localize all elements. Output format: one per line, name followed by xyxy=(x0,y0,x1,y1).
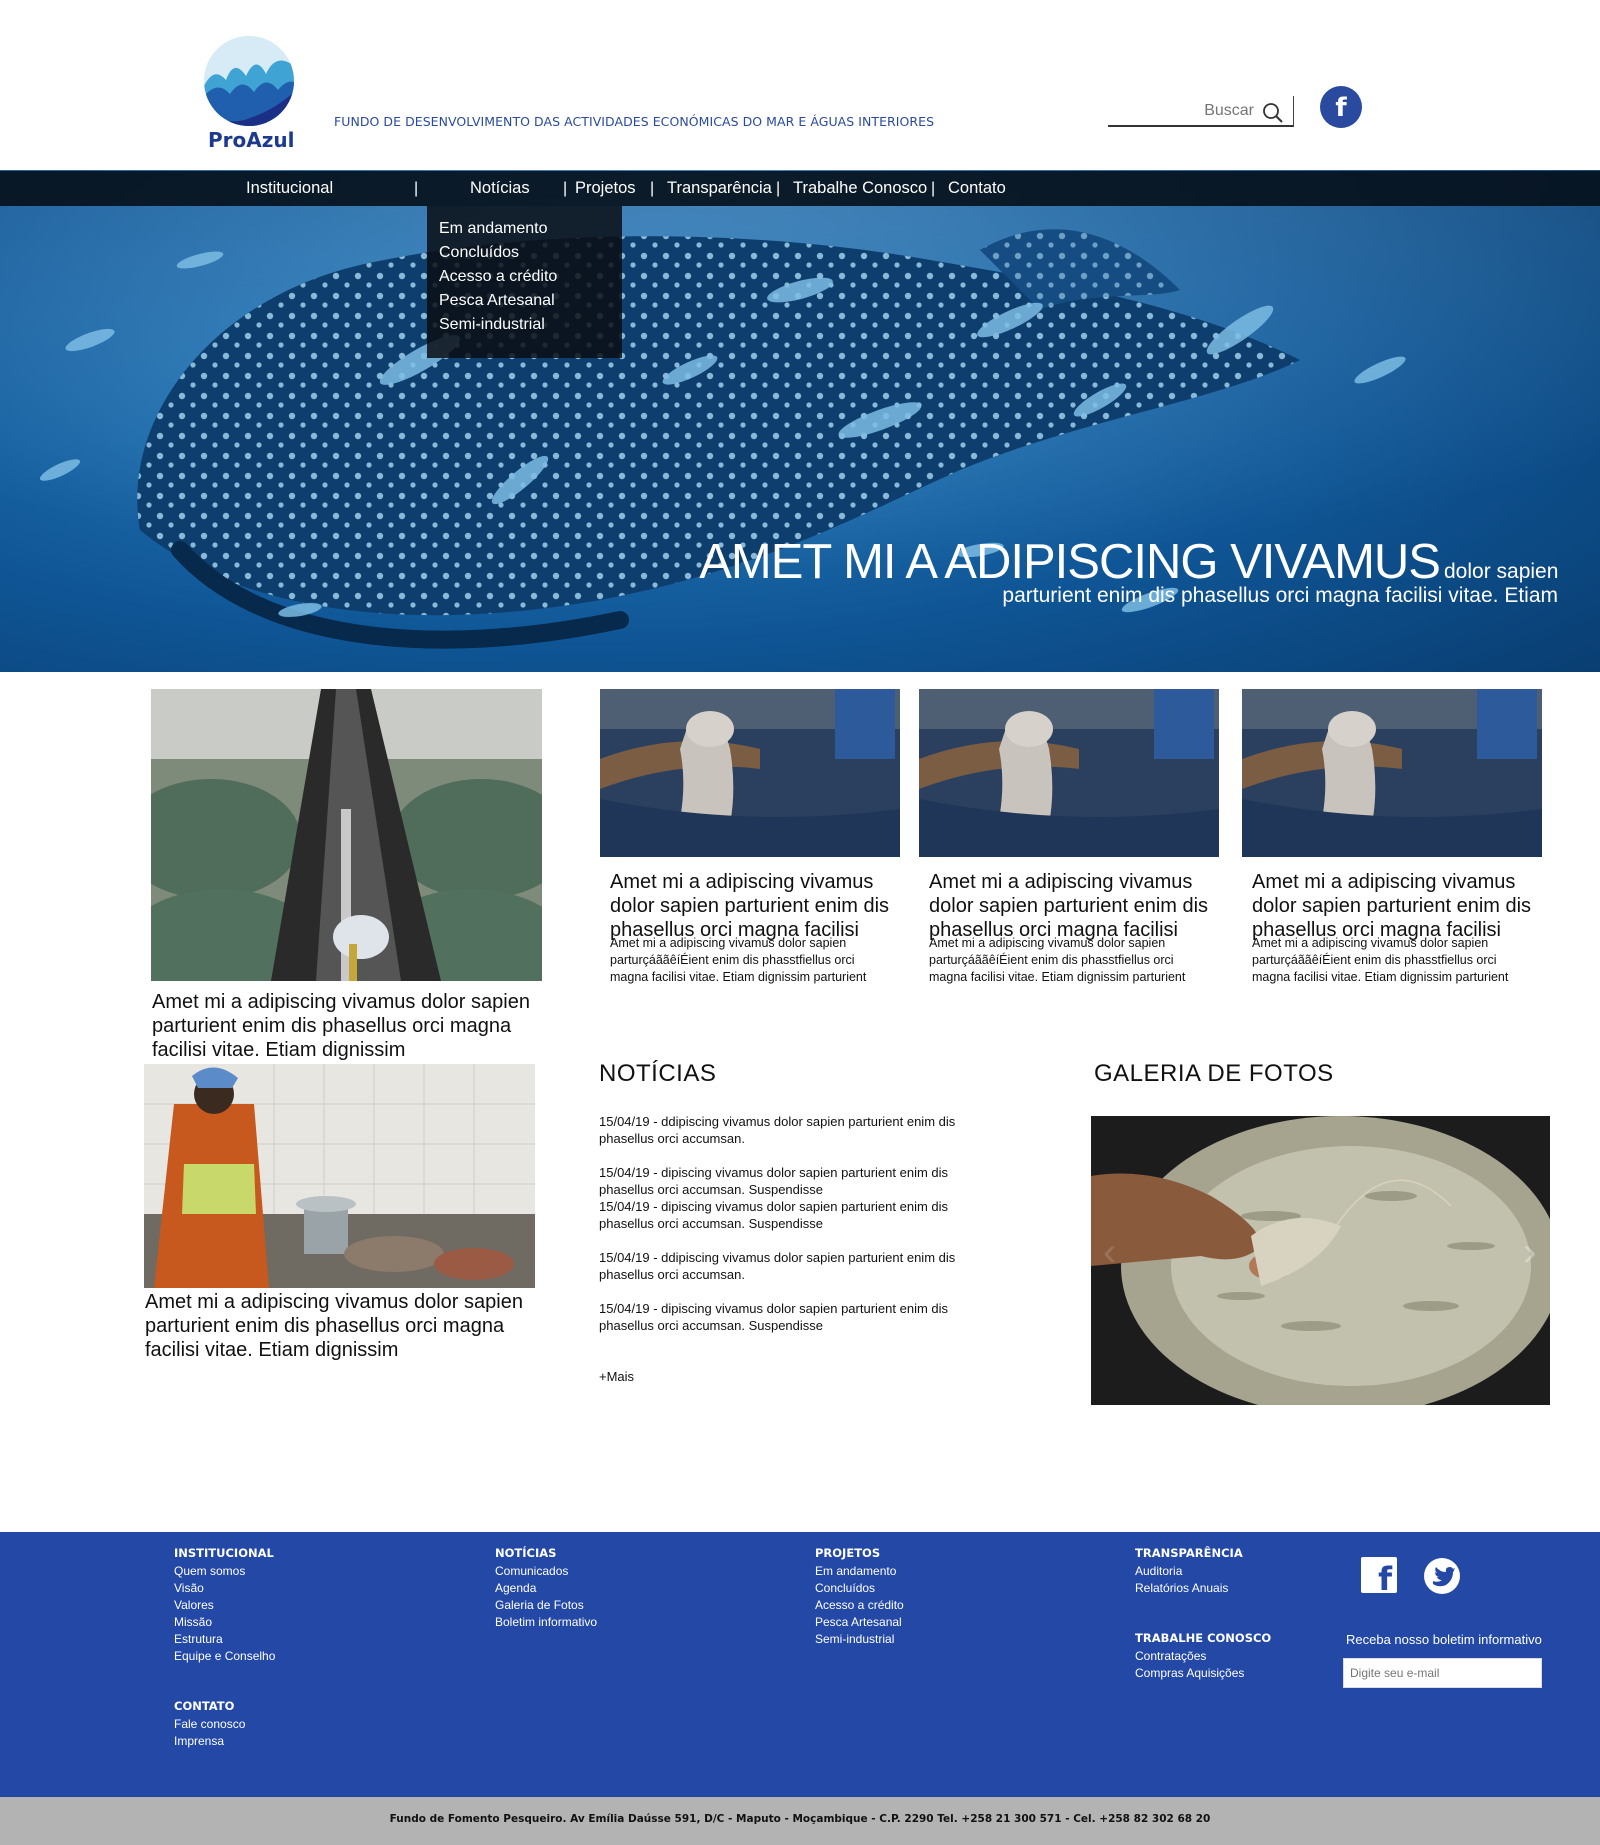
footer-link[interactable]: Relatórios Anuais xyxy=(1135,1581,1228,1595)
nav-noticias[interactable]: Notícias xyxy=(470,171,530,206)
nav-transparencia[interactable]: Transparência xyxy=(667,171,772,206)
news-item[interactable]: 15/04/19 - dipiscing vivamus dolor sapie… xyxy=(599,1198,989,1232)
nav-trabalhe-conosco[interactable]: Trabalhe Conosco xyxy=(793,171,927,206)
footer-link[interactable]: Missão xyxy=(174,1615,212,1629)
footer-heading-trabalhe-conosco: TRABALHE CONOSCO xyxy=(1135,1631,1272,1645)
footer-link[interactable]: Imprensa xyxy=(174,1734,224,1748)
card-title[interactable]: Amet mi a adipiscing vivamus dolor sapie… xyxy=(610,870,900,942)
footer-link[interactable]: Equipe e Conselho xyxy=(174,1649,275,1663)
gallery-heading: GALERIA DE FOTOS xyxy=(1094,1060,1334,1087)
footer-link[interactable]: Galeria de Fotos xyxy=(495,1598,584,1612)
hero-title-small: dolor sapien xyxy=(1444,560,1559,583)
proazul-logo[interactable]: ProAzul xyxy=(204,36,298,154)
octopus-image[interactable] xyxy=(600,689,900,857)
card-description: Amet mi a adipiscing vivamus dolor sapie… xyxy=(929,936,1186,984)
hero-subtitle: parturient enim dis phasellus orci magna… xyxy=(1002,584,1558,607)
card-description: Amet mi a adipiscing vivamus dolor sapie… xyxy=(1252,936,1509,984)
octopus-image[interactable] xyxy=(1242,689,1542,857)
news-item[interactable]: 15/04/19 - ddipiscing vivamus dolor sapi… xyxy=(599,1113,989,1147)
news-item[interactable]: 15/04/19 - dipiscing vivamus dolor sapie… xyxy=(599,1300,989,1334)
dropdown-item-concluidos[interactable]: Concluídos xyxy=(439,244,519,262)
footer-link[interactable]: Estrutura xyxy=(174,1632,223,1646)
footer-link[interactable]: Concluídos xyxy=(815,1581,875,1595)
hero-title: AMET MI A ADIPISCING VIVAMUS xyxy=(699,534,1441,590)
card-title[interactable]: Amet mi a adipiscing vivamus dolor sapie… xyxy=(1252,870,1542,942)
footer-link[interactable]: Fale conosco xyxy=(174,1717,245,1731)
newsletter-label: Receba nosso boletim informativo xyxy=(1346,1632,1542,1647)
card-description: Amet mi a adipiscing vivamus dolor sapie… xyxy=(610,936,867,984)
footer-address: Fundo de Fomento Pesqueiro. Av Emília Da… xyxy=(389,1813,1211,1825)
dropdown-item-pesca-artesanal[interactable]: Pesca Artesanal xyxy=(439,292,555,310)
facebook-icon[interactable]: f xyxy=(1320,86,1362,128)
facebook-icon[interactable]: f xyxy=(1361,1557,1397,1593)
logo-wave-icon xyxy=(204,36,294,126)
nav-separator: | xyxy=(650,180,655,197)
dropdown-item-em-andamento[interactable]: Em andamento xyxy=(439,220,548,238)
footer-link[interactable]: Quem somos xyxy=(174,1564,245,1578)
search-box[interactable] xyxy=(1108,96,1294,127)
footer-link[interactable]: Em andamento xyxy=(815,1564,896,1578)
noticias-dropdown-menu: Em andamento Concluídos Acesso a crédito… xyxy=(427,206,622,358)
footer-link[interactable]: Compras Aquisições xyxy=(1135,1666,1244,1680)
dropdown-item-acesso-credito[interactable]: Acesso a crédito xyxy=(439,268,557,286)
footer-heading-projetos: PROJETOS xyxy=(815,1546,881,1560)
news-item[interactable]: 15/04/19 - ddipiscing vivamus dolor sapi… xyxy=(599,1249,989,1283)
gallery-prev-icon[interactable]: ‹ xyxy=(1103,1230,1116,1275)
news-more-link[interactable]: +Mais xyxy=(599,1368,989,1385)
footer-link[interactable]: Boletim informativo xyxy=(495,1615,597,1629)
gallery-next-icon[interactable]: › xyxy=(1523,1230,1536,1275)
news-heading: NOTÍCIAS xyxy=(599,1060,717,1087)
gallery-shrimp-image[interactable]: ‹ › xyxy=(1091,1116,1550,1405)
footer-heading-institucional: INSTITUCIONAL xyxy=(174,1546,274,1560)
nav-contato[interactable]: Contato xyxy=(948,171,1006,206)
hero-title-big: AMET MI A ADIPISCING VIVAMUS xyxy=(699,535,1441,589)
feature-title[interactable]: Amet mi a adipiscing vivamus dolor sapie… xyxy=(152,990,542,1062)
dropdown-item-semi-industrial[interactable]: Semi-industrial xyxy=(439,316,545,334)
octopus-image[interactable] xyxy=(919,689,1219,857)
nav-separator: | xyxy=(414,180,419,197)
nav-projetos[interactable]: Projetos xyxy=(575,171,636,206)
footer-link[interactable]: Pesca Artesanal xyxy=(815,1615,902,1629)
logo-text: ProAzul xyxy=(208,128,295,152)
feature-title[interactable]: Amet mi a adipiscing vivamus dolor sapie… xyxy=(145,1290,535,1362)
footer-link[interactable]: Comunicados xyxy=(495,1564,568,1578)
footer-heading-transparencia: TRANSPARÊNCIA xyxy=(1135,1546,1243,1560)
footer-heading-noticias: NOTÍCIAS xyxy=(495,1546,557,1560)
footer-link[interactable]: Valores xyxy=(174,1598,214,1612)
nav-separator: | xyxy=(776,180,781,197)
footer-link[interactable]: Contratações xyxy=(1135,1649,1206,1663)
footer-heading-contato: CONTATO xyxy=(174,1699,235,1713)
twitter-icon[interactable] xyxy=(1424,1558,1460,1594)
newsletter-email-input[interactable] xyxy=(1343,1658,1542,1688)
nav-separator: | xyxy=(563,180,568,197)
nav-institucional[interactable]: Institucional xyxy=(246,171,333,206)
footer-link[interactable]: Acesso a crédito xyxy=(815,1598,904,1612)
site-tagline: FUNDO DE DESENVOLVIMENTO DAS ACTIVIDADES… xyxy=(334,114,935,129)
search-input[interactable] xyxy=(1108,96,1254,125)
nav-separator: | xyxy=(931,180,936,197)
card-title[interactable]: Amet mi a adipiscing vivamus dolor sapie… xyxy=(929,870,1219,942)
footer-link[interactable]: Visão xyxy=(174,1581,204,1595)
footer-link[interactable]: Agenda xyxy=(495,1581,536,1595)
fish-vendor-image[interactable] xyxy=(144,1064,535,1288)
main-nav: Institucional | Notícias | Projetos | Tr… xyxy=(0,171,1600,206)
footer-link[interactable]: Semi-industrial xyxy=(815,1632,894,1646)
footer-link[interactable]: Auditoria xyxy=(1135,1564,1182,1578)
fish-farm-image[interactable] xyxy=(151,689,542,981)
search-icon[interactable] xyxy=(1261,101,1285,125)
news-item[interactable]: 15/04/19 - dipiscing vivamus dolor sapie… xyxy=(599,1164,989,1198)
